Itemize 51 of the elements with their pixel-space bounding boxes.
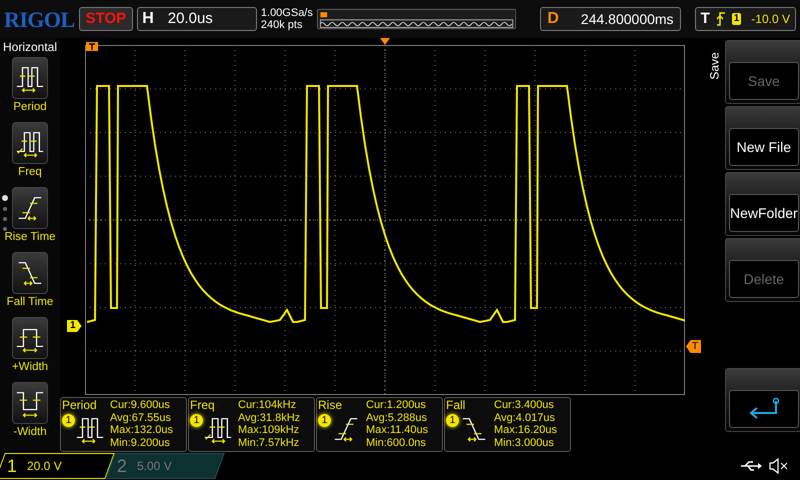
measurement-value: Max:16.20us xyxy=(494,424,557,436)
measurement-value: Max:11.40us xyxy=(366,424,428,436)
measurement-value: Avg:31.8kHz xyxy=(238,412,300,424)
measurement-value: Avg:4.017us xyxy=(494,412,556,424)
measurement-value: Min:600.0ns xyxy=(366,436,427,449)
source-badge: 1 xyxy=(318,414,331,427)
measurement-value: Min:3.000us xyxy=(494,436,555,449)
menu-title: Save xyxy=(707,52,723,80)
measurement-title: Period xyxy=(62,398,98,412)
run-stop-status[interactable]: STOP xyxy=(78,7,134,31)
trigger-panel[interactable]: T 1 -10.0 V xyxy=(694,7,796,31)
measure-label: Rise Time xyxy=(4,230,56,245)
measurement-title: Fall xyxy=(446,398,466,412)
measurement-value: Cur:1.200us xyxy=(366,399,427,412)
menu-button[interactable]: NewFolder xyxy=(725,172,800,236)
timebase-panel[interactable]: H 20.0us xyxy=(137,7,257,31)
measure-label: -Width xyxy=(13,425,47,440)
measure-label: Period xyxy=(13,100,47,115)
measurement-value: Max:109kHz xyxy=(238,424,300,436)
measurement-value: Avg:67.55us xyxy=(110,412,172,424)
measure-label: +Width xyxy=(12,360,48,375)
trigger-level-marker[interactable]: T xyxy=(686,340,702,353)
source-badge: 1 xyxy=(446,414,459,427)
trigger-source-badge: 1 xyxy=(732,13,742,25)
measurement-value: Max:132.0us xyxy=(110,424,173,436)
source-badge: 1 xyxy=(62,414,75,427)
brand-logo: RIGOL xyxy=(4,6,75,34)
delay-value: 244.800000ms xyxy=(580,10,674,28)
measurement-title: Rise xyxy=(318,398,344,412)
channel-tab[interactable]: 1 20.0 V xyxy=(0,453,115,479)
delay-label: D xyxy=(547,9,559,29)
measurement-value: Min:9.200us xyxy=(110,436,171,449)
menu-button[interactable]: New File xyxy=(725,106,800,170)
memory-depth: 240k pts xyxy=(260,19,304,31)
measurement-value: Cur:104kHz xyxy=(238,399,298,412)
measure-label: Fall Time xyxy=(6,295,54,310)
delay-panel[interactable]: D 244.800000ms xyxy=(540,7,681,31)
channel-marker[interactable]: 1 xyxy=(67,320,82,332)
trigger-level: -10.0 V xyxy=(751,11,790,28)
measurement-value: Cur:9.600us xyxy=(110,399,171,412)
measurement-value: Min:7.57kHz xyxy=(238,436,300,449)
timebase-label: H xyxy=(142,9,154,29)
timebase-value: 20.0us xyxy=(168,8,213,29)
measurement-title: Freq xyxy=(190,398,216,412)
menu-title: Horizontal xyxy=(2,39,58,55)
measurement-value: Avg:5.288us xyxy=(366,412,428,424)
measurement-value: Cur:3.400us xyxy=(494,399,555,412)
trigger-label: T xyxy=(700,8,710,29)
sample-rate: 1.00GSa/s xyxy=(260,7,314,19)
source-badge: 1 xyxy=(190,414,203,427)
measure-label: Freq xyxy=(18,165,42,180)
